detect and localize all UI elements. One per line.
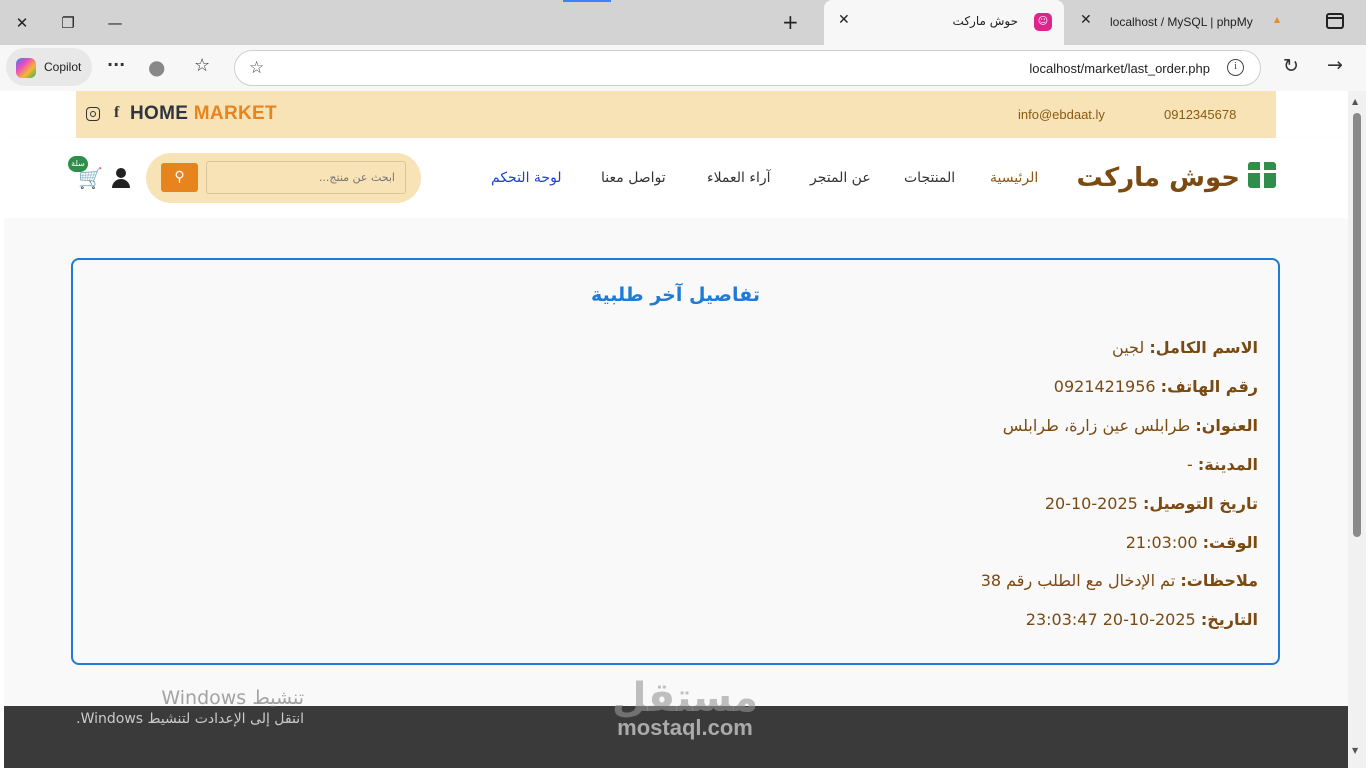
- mostaql-watermark: مستقل mostaql.com: [600, 675, 770, 741]
- address-bar[interactable]: ☆ localhost/market/last_order.php i: [234, 50, 1261, 86]
- nav-dashboard[interactable]: لوحة التحكم: [491, 170, 562, 186]
- gift-icon: [1248, 162, 1276, 188]
- favorites-icon[interactable]: ☆: [194, 55, 210, 76]
- site-info-icon[interactable]: i: [1227, 59, 1244, 76]
- order-field-date: التاريخ: 2025-10-20 23:03:47: [1025, 610, 1258, 629]
- contact-phone: 0912345678: [1164, 107, 1237, 122]
- order-field-address: العنوان: طرابلس عين زارة، طرابلس: [1002, 416, 1258, 435]
- contact-email: info@ebdaat.ly: [1018, 107, 1105, 122]
- copilot-label: Copilot: [44, 60, 82, 74]
- order-field-delivery-date: تاريخ التوصيل: 2025-10-20: [1044, 494, 1258, 513]
- last-order-card: تفاصيل آخر طلبية الاسم الكامل: لجين رقم …: [71, 258, 1280, 665]
- order-field-time: الوقت: 21:03:00: [1125, 533, 1258, 552]
- forward-icon[interactable]: →: [1327, 54, 1343, 76]
- windows-activation-notice: تنشيط Windows انتقل إلى الإعدادت لتنشيط …: [64, 687, 304, 727]
- order-field-phone: رقم الهاتف: 0921421956: [1053, 377, 1258, 396]
- tab-phpmyadmin[interactable]: ✕ localhost / MySQL | phpMy ▲: [1064, 0, 1304, 45]
- restore-window-icon[interactable]: ❐: [56, 11, 80, 35]
- main-navbar: حوش ماركت الرئيسية المنتجات عن المتجر آر…: [4, 138, 1348, 218]
- search-icon: ⚲: [174, 169, 185, 185]
- watermark-latin: mostaql.com: [617, 715, 753, 740]
- tab-close-icon[interactable]: ✕: [1080, 12, 1092, 28]
- search-bar: ⚲: [146, 153, 421, 203]
- browser-toolbar: Copilot ··· ● ☆ ☆ localhost/market/last_…: [0, 45, 1366, 91]
- facebook-icon[interactable]: f: [114, 104, 119, 122]
- brand-part-2: MARKET: [193, 103, 277, 124]
- tab-close-icon[interactable]: ✕: [838, 12, 850, 28]
- phpmyadmin-favicon-icon: ▲: [1274, 15, 1281, 24]
- cart-badge: سلة: [68, 156, 88, 172]
- add-favorite-icon[interactable]: ☆: [249, 58, 264, 78]
- tab-loading-indicator: [563, 0, 611, 2]
- nav-products[interactable]: المنتجات: [904, 170, 955, 186]
- activation-subtitle: انتقل إلى الإعدادت لتنشيط Windows.: [76, 711, 304, 727]
- order-title: تفاصيل آخر طلبية: [591, 284, 760, 306]
- page-scrollbar[interactable]: ▲ ▼: [1348, 91, 1366, 768]
- tab-active[interactable]: ✕ حوش ماركت ☺: [824, 0, 1064, 45]
- shop-favicon-icon: ☺: [1034, 13, 1052, 31]
- more-options-icon[interactable]: ···: [107, 55, 125, 74]
- activation-title: تنشيط Windows: [161, 687, 304, 709]
- order-field-city: المدينة: -: [1187, 455, 1258, 474]
- search-input[interactable]: [206, 161, 406, 194]
- home-market-brand: HOME MARKET: [130, 103, 277, 125]
- nav-testimonials[interactable]: آراء العملاء: [707, 170, 771, 186]
- minimize-window-icon[interactable]: —: [103, 11, 127, 35]
- scroll-up-icon[interactable]: ▲: [1352, 97, 1358, 106]
- user-account-icon[interactable]: [110, 168, 132, 190]
- tab-actions-icon[interactable]: [1326, 13, 1344, 29]
- tab-title: localhost / MySQL | phpMy: [1110, 15, 1253, 29]
- new-tab-icon[interactable]: +: [782, 10, 799, 34]
- logo-text: حوش ماركت: [1076, 163, 1240, 193]
- site-logo[interactable]: حوش ماركت: [1077, 162, 1276, 193]
- refresh-icon[interactable]: ↻: [1283, 55, 1299, 77]
- nav-home[interactable]: الرئيسية: [990, 170, 1038, 186]
- instagram-icon[interactable]: [86, 107, 100, 121]
- url-text[interactable]: localhost/market/last_order.php: [1029, 61, 1210, 76]
- copilot-icon: [16, 58, 36, 78]
- page-viewport: f HOME MARKET info@ebdaat.ly 0912345678 …: [4, 91, 1348, 768]
- order-field-name: الاسم الكامل: لجين: [1112, 338, 1258, 357]
- nav-contact[interactable]: تواصل معنا: [601, 170, 666, 186]
- copilot-button[interactable]: Copilot: [6, 48, 92, 86]
- search-button[interactable]: ⚲: [161, 163, 198, 192]
- profile-icon[interactable]: ●: [148, 55, 165, 79]
- close-window-icon[interactable]: ✕: [10, 11, 34, 35]
- top-info-strip: f HOME MARKET info@ebdaat.ly 0912345678: [76, 91, 1276, 138]
- order-field-notes: ملاحظات: تم الإدخال مع الطلب رقم 38: [980, 571, 1258, 590]
- nav-about[interactable]: عن المتجر: [810, 170, 871, 186]
- brand-part-1: HOME: [130, 103, 189, 124]
- scroll-down-icon[interactable]: ▼: [1352, 746, 1358, 755]
- tab-title: حوش ماركت: [952, 14, 1018, 28]
- browser-tab-bar: ✕ ❐ — + ✕ حوش ماركت ☺ ✕ localhost / MySQ…: [0, 0, 1366, 45]
- scrollbar-thumb[interactable]: [1353, 113, 1361, 537]
